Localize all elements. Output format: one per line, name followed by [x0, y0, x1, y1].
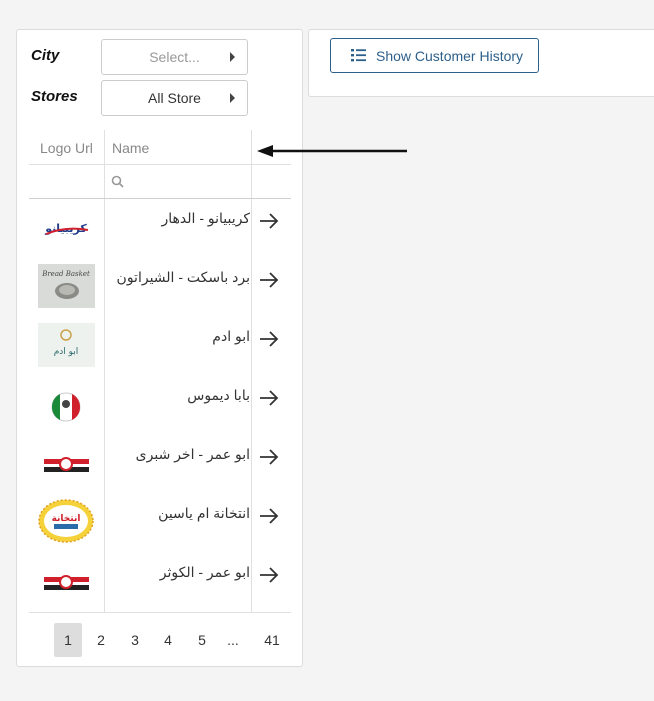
city-select-value: Select...	[149, 49, 200, 65]
page-2-button[interactable]: 2	[87, 623, 115, 657]
store-name: بابا ديموس	[187, 387, 250, 403]
store-logo: Bread Basket	[38, 264, 95, 308]
name-filter-input[interactable]	[105, 165, 251, 198]
table-row[interactable]: بابا ديموس	[29, 376, 291, 435]
table-row[interactable]: Bread Basket برد باسكت - الشيراتون	[29, 258, 291, 317]
logo-text: انتخانة	[52, 514, 81, 524]
arrow-right-icon[interactable]	[258, 211, 280, 231]
store-logo	[38, 440, 95, 484]
stores-select-value: All Store	[148, 90, 201, 106]
grid-header: Logo Url Name	[29, 130, 291, 165]
city-label: City	[31, 47, 60, 64]
store-name: ابو عمر - الكوثر	[159, 564, 250, 580]
logo-text: Bread Basket	[41, 270, 90, 278]
arrow-right-icon[interactable]	[258, 565, 280, 585]
pagination-ellipsis[interactable]: ...	[219, 623, 247, 657]
list-icon	[351, 49, 366, 62]
table-row[interactable]: ابو عمر - الكوثر	[29, 553, 291, 612]
column-header-name[interactable]: Name	[112, 140, 149, 156]
show-customer-history-label: Show Customer History	[376, 47, 524, 64]
page-4-button[interactable]: 4	[154, 623, 182, 657]
caret-right-icon	[230, 93, 235, 103]
arrow-right-icon[interactable]	[258, 329, 280, 349]
logo-text: ابو ادم	[54, 347, 79, 357]
show-customer-history-button[interactable]: Show Customer History	[330, 38, 539, 73]
store-logo: كريبيانو	[38, 206, 95, 250]
table-row[interactable]: كريبيانو كريبيانو - الدهار	[29, 199, 291, 258]
stores-filter-row: Stores All Store	[17, 80, 302, 116]
store-name: برد باسكت - الشيراتون	[116, 269, 250, 285]
page-3-button[interactable]: 3	[121, 623, 149, 657]
page-5-button[interactable]: 5	[188, 623, 216, 657]
store-logo: انتخانة	[38, 499, 95, 543]
store-logo	[38, 558, 95, 602]
store-name: كريبيانو - الدهار	[161, 210, 250, 226]
store-name: انتخانة ام ياسين	[158, 505, 250, 521]
annotation-arrow-icon	[257, 145, 407, 157]
arrow-right-icon[interactable]	[258, 388, 280, 408]
arrow-right-icon[interactable]	[258, 447, 280, 467]
caret-right-icon	[230, 52, 235, 62]
store-name: ابو ادم	[212, 328, 250, 344]
store-logo: ابو ادم	[38, 323, 95, 367]
arrow-right-icon[interactable]	[258, 270, 280, 290]
store-logo	[38, 382, 95, 426]
store-name: ابو عمر - اخر شبرى	[135, 446, 250, 462]
city-select[interactable]: Select...	[101, 39, 248, 75]
table-row[interactable]: ابو ادم ابو ادم	[29, 317, 291, 376]
arrow-right-icon[interactable]	[258, 506, 280, 526]
page-last-button[interactable]: 41	[258, 623, 286, 657]
actions-panel: Show Customer History	[308, 29, 654, 97]
table-row[interactable]: ابو عمر - اخر شبرى	[29, 435, 291, 494]
store-list-panel: City Select... Stores All Store Logo Url…	[16, 29, 303, 667]
stores-label: Stores	[31, 88, 78, 105]
page-1-button[interactable]: 1	[54, 623, 82, 657]
search-icon	[111, 175, 124, 188]
grid-filter-bar	[29, 165, 291, 199]
pagination: 1 2 3 4 5 ... 41	[29, 612, 291, 659]
stores-select[interactable]: All Store	[101, 80, 248, 116]
city-filter-row: City Select...	[17, 39, 302, 75]
column-header-logo[interactable]: Logo Url	[40, 140, 93, 156]
table-row[interactable]: انتخانة انتخانة ام ياسين	[29, 494, 291, 553]
